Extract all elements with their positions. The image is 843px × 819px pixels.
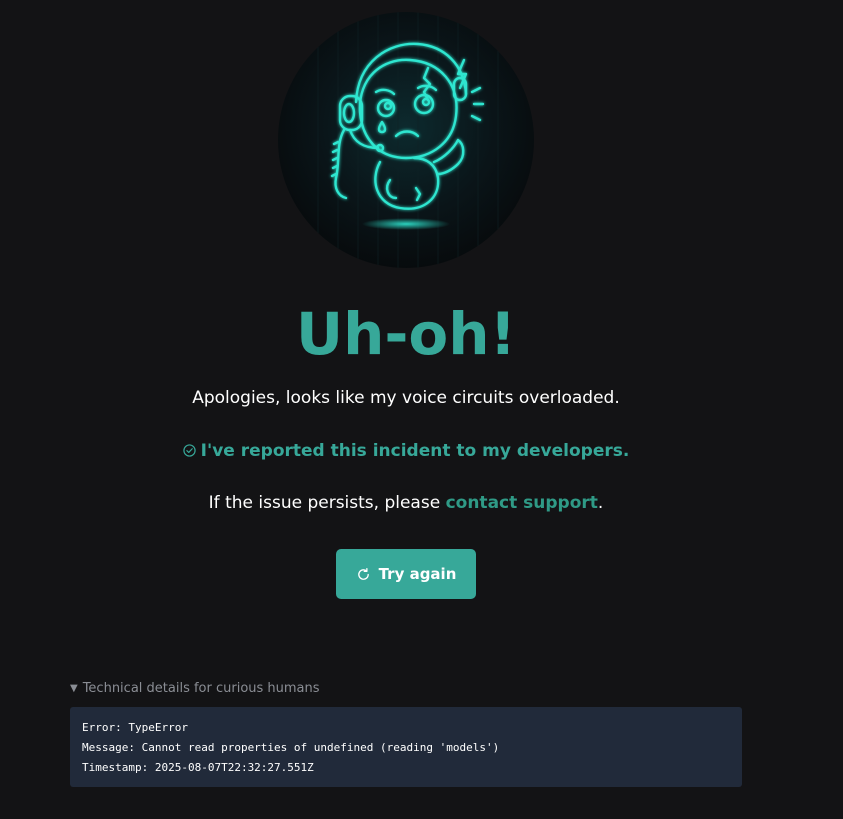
refresh-icon: [357, 567, 369, 580]
support-prefix: If the issue persists, please: [208, 493, 446, 513]
support-suffix: .: [597, 493, 604, 513]
message-line: Message: Cannot read properties of undef…: [82, 741, 500, 754]
technical-details-box: Error: TypeError Message: Cannot read pr…: [70, 707, 742, 787]
page-title: Uh-oh!: [295, 300, 517, 368]
sad-robot-headset-icon: [278, 12, 534, 268]
error-line: Error: TypeError: [82, 721, 188, 734]
technical-details-toggle[interactable]: ▼ Technical details for curious humans: [70, 680, 320, 698]
support-message: If the issue persists, please contact su…: [0, 491, 812, 515]
check-circle-icon: [182, 444, 196, 457]
try-again-button[interactable]: Try again: [336, 549, 476, 599]
triangle-down-icon: ▼: [70, 683, 78, 694]
reported-text: I've reported this incident to my develo…: [200, 441, 630, 461]
apology-message: Apologies, looks like my voice circuits …: [192, 388, 620, 408]
contact-support-link[interactable]: contact support: [446, 493, 598, 513]
timestamp-line: Timestamp: 2025-08-07T22:32:27.551Z: [82, 761, 314, 774]
reported-notice: I've reported this incident to my develo…: [0, 439, 812, 463]
try-again-label: Try again: [378, 565, 457, 583]
technical-details-label: Technical details for curious humans: [82, 681, 320, 696]
error-page: Uh-oh! Apologies, looks like my voice ci…: [0, 0, 843, 819]
